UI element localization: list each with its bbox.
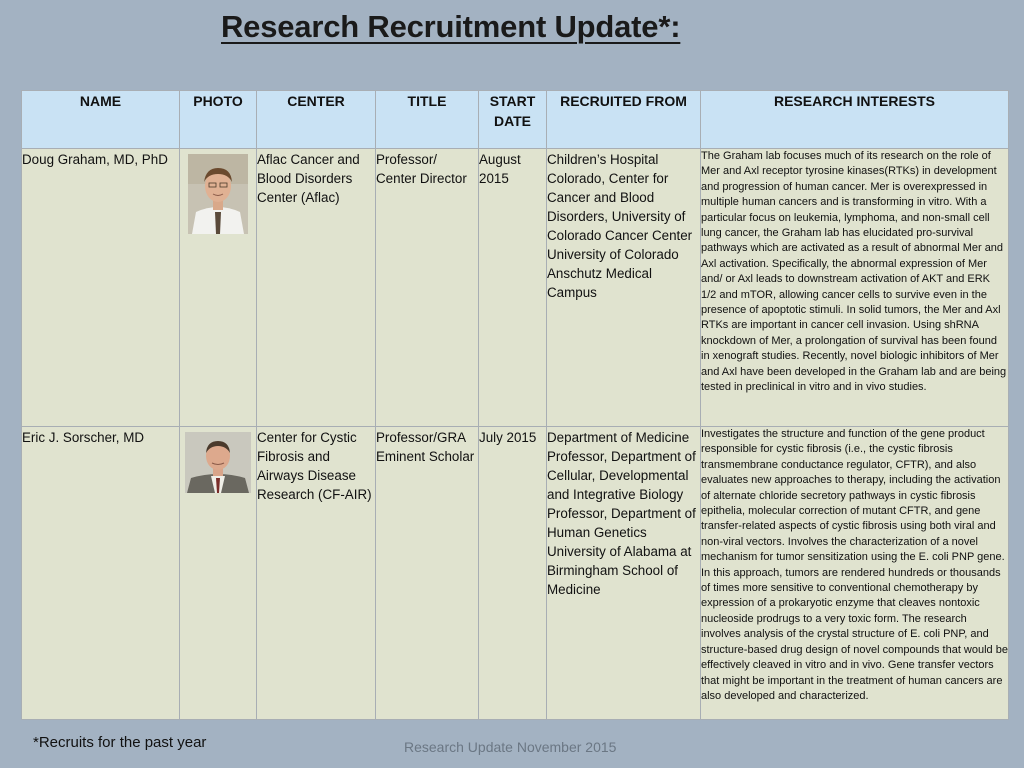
recruit-start-date: August 2015 [478,148,547,427]
column-header-center: CENTER [256,90,376,149]
column-header-research-interests: RESEARCH INTERESTS [700,90,1009,149]
recruit-photo [185,432,251,493]
recruit-center: Aflac Cancer and Blood Disorders Center … [256,148,376,427]
footnote: *Recruits for the past year [33,734,207,751]
recruit-photo [188,154,248,234]
recruit-research-interests: Investigates the structure and function … [700,426,1009,720]
recruit-center: Center for Cystic Fibrosis and Airways D… [256,426,376,720]
recruit-recruited-from: Children’s Hospital Colorado, Center for… [546,148,701,427]
table-header-row: NAME PHOTO CENTER TITLE START DATE RECRU… [21,90,1009,149]
photo-cell [179,148,257,427]
page-title: Research Recruitment Update*: [221,9,681,44]
table-row: Doug Graham, MD, PhD Aflac Cancer and Bl… [21,148,1009,427]
recruit-title: Professor/GRA Eminent Scholar [375,426,479,720]
column-header-name: NAME [21,90,180,149]
recruit-start-date: July 2015 [478,426,547,720]
recruit-research-interests: The Graham lab focuses much of its resea… [700,148,1009,427]
recruit-name: Eric J. Sorscher, MD [21,426,180,720]
table-row: Eric J. Sorscher, MD Center for Cystic F… [21,426,1009,720]
recruitment-table: NAME PHOTO CENTER TITLE START DATE RECRU… [21,90,1009,720]
column-header-start-date: START DATE [478,90,547,149]
column-header-photo: PHOTO [179,90,257,149]
column-header-recruited-from: RECRUITED FROM [546,90,701,149]
recruit-title: Professor/ Center Director [375,148,479,427]
recruit-recruited-from: Department of Medicine Professor, Depart… [546,426,701,720]
recruit-name: Doug Graham, MD, PhD [21,148,180,427]
photo-cell [179,426,257,720]
footer-text: Research Update November 2015 [404,739,617,755]
column-header-title: TITLE [375,90,479,149]
